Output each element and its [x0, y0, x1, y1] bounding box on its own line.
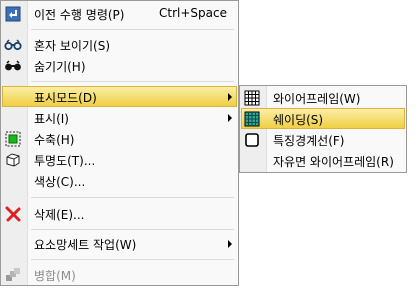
menu-separator: [31, 259, 234, 260]
undo-icon: [4, 5, 22, 22]
menu-item-color[interactable]: 색상(C)...: [2, 170, 237, 191]
menu-item-hide[interactable]: 숨기기(H): [2, 55, 237, 76]
delete-x-icon: [4, 205, 22, 222]
menu-item-transparency[interactable]: 투명도(T)...: [2, 149, 237, 170]
menu-item-label: 삭제(E)...: [34, 208, 85, 222]
wireframe-grid-icon: [243, 89, 261, 106]
submenu-arrow-icon: [228, 93, 232, 101]
context-menu: 이전 수행 명령(P) Ctrl+Space 혼자 보이기(S) 숨기기(H) …: [0, 0, 239, 286]
merge-icon: [4, 266, 22, 283]
shrink-icon: [4, 130, 22, 147]
menu-item-shrink[interactable]: 수축(H): [2, 128, 237, 149]
binoculars-dark-icon: [4, 57, 22, 74]
menu-item-label: 혼자 보이기(S): [34, 39, 110, 53]
menu-item-label: 병합(M): [34, 269, 76, 283]
submenu-item-label: 특징경계선(F): [273, 134, 345, 148]
menu-separator: [31, 29, 234, 30]
shortcut-text: Ctrl+Space: [159, 6, 227, 20]
submenu-item-wireframe[interactable]: 와이어프레임(W): [241, 87, 405, 108]
menu-item-display-mode[interactable]: 표시모드(D): [2, 86, 237, 107]
submenu-arrow-icon: [228, 114, 232, 122]
menu-item-label: 이전 수행 명령(P): [34, 8, 125, 22]
menu-separator: [31, 229, 234, 230]
submenu-item-feature-edge[interactable]: 특징경계선(F): [241, 129, 405, 150]
menu-item-label: 색상(C)...: [34, 175, 86, 189]
cube-icon: [4, 151, 22, 168]
menu-item-label: 수축(H): [34, 133, 75, 147]
menu-item-label: 투명도(T)...: [34, 154, 96, 168]
menu-separator: [31, 81, 234, 82]
menu-item-merge: 병합(M): [2, 264, 237, 285]
submenu-item-label: 와이어프레임(W): [273, 92, 361, 106]
binoculars-icon: [4, 36, 22, 53]
display-mode-submenu: 와이어프레임(W) 쉐이딩(S) 특징경계선(F) 자유면 와이어프레임(R): [239, 85, 407, 173]
shaded-grid-icon: [243, 110, 261, 127]
menu-item-show-only[interactable]: 혼자 보이기(S): [2, 34, 237, 55]
submenu-item-label: 쉐이딩(S): [273, 113, 324, 127]
menu-item-label: 요소망세트 작업(W): [34, 238, 137, 252]
menu-item-label: 표시(I): [34, 112, 69, 126]
menu-item-mesh-set-work[interactable]: 요소망세트 작업(W): [2, 233, 237, 254]
menu-item-delete[interactable]: 삭제(E)...: [2, 203, 237, 224]
submenu-item-shading[interactable]: 쉐이딩(S): [241, 108, 405, 129]
feature-edge-icon: [243, 131, 261, 148]
menu-item-display[interactable]: 표시(I): [2, 107, 237, 128]
menu-item-repeat-last[interactable]: 이전 수행 명령(P) Ctrl+Space: [2, 3, 237, 24]
submenu-arrow-icon: [228, 240, 232, 248]
menu-item-label: 표시모드(D): [34, 91, 97, 105]
submenu-item-label: 자유면 와이어프레임(R): [273, 155, 394, 169]
menu-item-label: 숨기기(H): [34, 60, 86, 74]
submenu-item-free-face-wireframe[interactable]: 자유면 와이어프레임(R): [241, 150, 405, 171]
menu-separator: [31, 197, 234, 198]
